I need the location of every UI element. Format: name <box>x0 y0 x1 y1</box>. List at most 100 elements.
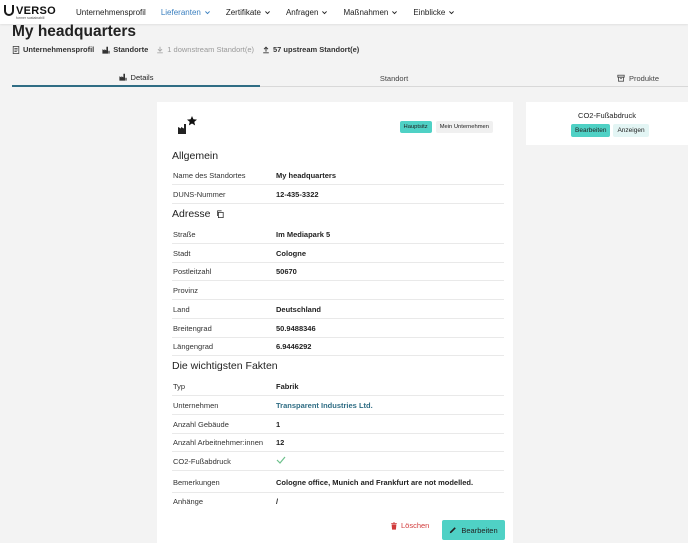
downstream-sites-label: 1 downstream Standort(e) <box>167 45 254 54</box>
field-value: 12-435-3322 <box>276 189 319 199</box>
field-label: Bemerkungen <box>173 478 220 487</box>
nav-item-massnahmen[interactable]: Maßnahmen <box>343 8 398 17</box>
field-label: Unternehmen <box>173 400 219 410</box>
field-label: Land <box>173 304 190 314</box>
tab-bar: Details Standort Produkte <box>12 69 688 87</box>
field-label: Typ <box>173 381 186 391</box>
upload-icon <box>263 46 269 53</box>
box-icon <box>617 74 625 82</box>
factory-icon <box>118 73 127 81</box>
verso-logo-icon <box>4 5 14 16</box>
nav-item-lieferanten[interactable]: Lieferanten <box>161 8 211 17</box>
field-value <box>276 456 286 466</box>
table-row: CO2-Fußabdruck <box>172 452 504 471</box>
field-value: / <box>276 497 279 506</box>
nav-item-label: Einblicke <box>413 7 446 17</box>
field-value: Deutschland <box>276 304 322 314</box>
section-title-facts: Die wichtigsten Fakten <box>172 360 278 372</box>
site-breadcrumb: Unternehmensprofil Standorte 1 downstrea… <box>12 45 367 54</box>
table-row: Provinz <box>172 281 504 300</box>
download-icon <box>157 46 164 53</box>
edit-button[interactable]: Bearbeiten <box>442 520 505 540</box>
upstream-sites[interactable]: 57 upstream Standort(e) <box>262 45 359 54</box>
nav-item-einblicke[interactable]: Einblicke <box>413 8 455 17</box>
table-row: Postleitzahl 50670 <box>172 262 504 281</box>
tab-label: Produkte <box>628 73 660 83</box>
profile-link[interactable]: Unternehmensprofil <box>12 45 94 54</box>
field-label: Stadt <box>173 248 191 258</box>
site-details-card: Hauptsitz Mein Unternehmen Allgemein Nam… <box>157 102 513 543</box>
chevron-down-icon <box>449 10 455 14</box>
section-title-general: Allgemein <box>172 150 218 162</box>
tab-label: Standort <box>379 73 409 83</box>
nav-item-anfragen[interactable]: Anfragen <box>286 8 328 17</box>
page-title: My headquarters <box>12 23 137 40</box>
sites-link[interactable]: Standorte <box>102 45 148 54</box>
check-icon <box>276 456 286 464</box>
section-title-label: Adresse <box>172 208 211 220</box>
field-value: 1 <box>276 419 281 429</box>
trash-icon <box>391 521 397 530</box>
tab-standort[interactable]: Standort <box>260 69 528 87</box>
field-value: Im Mediapark 5 <box>276 229 331 239</box>
verso-logo[interactable]: VERSO former sustainabill <box>4 5 66 20</box>
delete-button[interactable]: Löschen <box>390 521 429 530</box>
table-row: Anzahl Arbeitnehmer:innen 12 <box>172 433 504 452</box>
section-title-address: Adresse <box>172 208 224 220</box>
document-icon <box>12 45 20 54</box>
section-title-label: Die wichtigsten Fakten <box>172 360 278 372</box>
tab-details[interactable]: Details <box>12 69 260 87</box>
brand-tagline: former sustainabill <box>16 15 45 20</box>
field-label: DUNS-Nummer <box>173 189 226 199</box>
copy-icon[interactable] <box>216 210 224 218</box>
chevron-down-icon <box>265 10 270 14</box>
field-label: Anhänge <box>173 497 204 506</box>
table-row: Name des Standortes My headquarters <box>172 166 504 185</box>
chevron-down-icon <box>204 10 210 14</box>
table-row: Bemerkungen Cologne office, Munich and F… <box>172 473 504 493</box>
field-value: 6.9446292 <box>276 341 312 351</box>
nav-item-label: Anfragen <box>285 7 319 17</box>
co2-show-button[interactable]: Anzeigen <box>613 124 649 137</box>
my-company-badge: Mein Unternehmen <box>435 121 493 133</box>
field-value: Cologne <box>276 248 306 258</box>
field-label: Postleitzahl <box>173 266 212 276</box>
tab-label: Details <box>130 72 154 82</box>
company-link[interactable]: Transparent Industries Ltd. <box>276 401 373 410</box>
co2-footprint-title: CO2-Fußabdruck <box>578 111 636 120</box>
table-row: Breitengrad 50.9488346 <box>172 319 504 338</box>
field-label: Anzahl Gebäude <box>173 419 229 429</box>
top-navigation: VERSO former sustainabill Unternehmenspr… <box>0 0 688 24</box>
table-row: DUNS-Nummer 12-435-3322 <box>172 185 504 204</box>
nav-item-unternehmensprofil[interactable]: Unternehmensprofil <box>76 8 146 17</box>
field-label: Straße <box>173 229 196 239</box>
table-row: Typ Fabrik <box>172 377 504 396</box>
field-value: 12 <box>276 437 285 447</box>
tab-produkte[interactable]: Produkte <box>588 69 688 87</box>
field-value: Cologne office, Munich and Frankfurt are… <box>276 478 474 487</box>
table-row: Längengrad 6.9446292 <box>172 337 504 356</box>
field-value: My headquarters <box>276 170 337 180</box>
edit-button-label: Bearbeiten <box>461 525 498 535</box>
nav-item-zertifikate[interactable]: Zertifikate <box>226 8 271 17</box>
nav-item-label: Lieferanten <box>160 7 201 17</box>
field-label: Anzahl Arbeitnehmer:innen <box>173 437 264 447</box>
factory-icon <box>102 46 110 54</box>
table-row: Straße Im Mediapark 5 <box>172 225 504 244</box>
field-label: Breitengrad <box>173 323 212 333</box>
table-row: Land Deutschland <box>172 300 504 319</box>
field-label: CO2-Fußabdruck <box>173 456 231 466</box>
field-label: Name des Standortes <box>173 170 246 180</box>
chevron-down-icon <box>392 10 398 14</box>
profile-link-label: Unternehmensprofil <box>23 45 95 54</box>
pencil-icon <box>450 527 457 534</box>
upstream-sites-label: 57 upstream Standort(e) <box>273 45 360 54</box>
sites-link-label: Standorte <box>113 45 149 54</box>
co2-edit-button[interactable]: Bearbeiten <box>571 124 611 137</box>
nav-item-label: Zertifikate <box>225 7 261 17</box>
field-label: Provinz <box>173 285 199 295</box>
table-row: Stadt Cologne <box>172 244 504 263</box>
field-value: 50.9488346 <box>276 323 316 333</box>
field-label: Längengrad <box>173 341 214 351</box>
table-row: Unternehmen Transparent Industries Ltd. <box>172 396 504 415</box>
